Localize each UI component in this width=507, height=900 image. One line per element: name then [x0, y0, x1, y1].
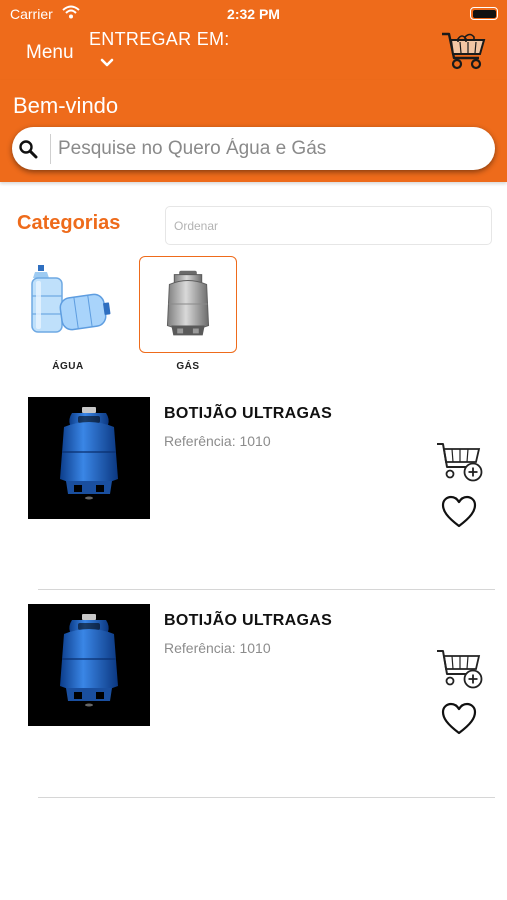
product-reference: Referência: 1010	[164, 433, 271, 449]
deliver-to-button[interactable]: ENTREGAR EM:	[89, 29, 230, 50]
water-jug-icon	[31, 265, 111, 333]
product-divider	[38, 797, 495, 798]
product-reference: Referência: 1010	[164, 640, 271, 656]
blue-gas-cylinder-image	[60, 614, 118, 707]
product-image[interactable]	[28, 397, 150, 519]
categories-title: Categorias	[17, 212, 121, 234]
heart-icon[interactable]	[441, 702, 477, 736]
sort-field[interactable]	[165, 206, 492, 245]
search-icon[interactable]	[18, 139, 38, 159]
product-card[interactable]: BOTIJÃO ULTRAGAS Referência: 1010	[0, 604, 507, 794]
welcome-title: Bem-vindo	[13, 93, 119, 118]
category-label-gas: GÁS	[176, 361, 200, 372]
product-name[interactable]: BOTIJÃO ULTRAGAS	[164, 405, 332, 423]
product-divider	[38, 589, 495, 590]
product-image[interactable]	[28, 604, 150, 726]
menu-button[interactable]: Menu	[26, 42, 74, 64]
blue-gas-cylinder-image	[60, 407, 118, 500]
battery-icon	[470, 7, 498, 20]
product-name[interactable]: BOTIJÃO ULTRAGAS	[164, 612, 332, 630]
shopping-cart-icon[interactable]	[440, 30, 486, 72]
add-to-cart-icon[interactable]	[435, 648, 483, 690]
add-to-cart-icon[interactable]	[435, 441, 483, 483]
app-screen: Carrier 2:32 PM Menu ENTREGAR EM: Bem-vi…	[0, 0, 507, 900]
clock-time: 2:32 PM	[227, 6, 280, 22]
product-card[interactable]: BOTIJÃO ULTRAGAS Referência: 1010	[0, 397, 507, 587]
category-tile-agua[interactable]	[21, 256, 119, 353]
category-tile-gas[interactable]	[139, 256, 237, 353]
search-input[interactable]	[58, 134, 478, 164]
search-divider	[50, 134, 51, 164]
category-label-agua: ÁGUA	[52, 361, 84, 372]
gas-cylinder-icon	[166, 270, 210, 336]
chevron-down-icon[interactable]	[100, 58, 114, 68]
status-bar: Carrier 2:32 PM	[0, 0, 507, 28]
heart-icon[interactable]	[441, 495, 477, 529]
